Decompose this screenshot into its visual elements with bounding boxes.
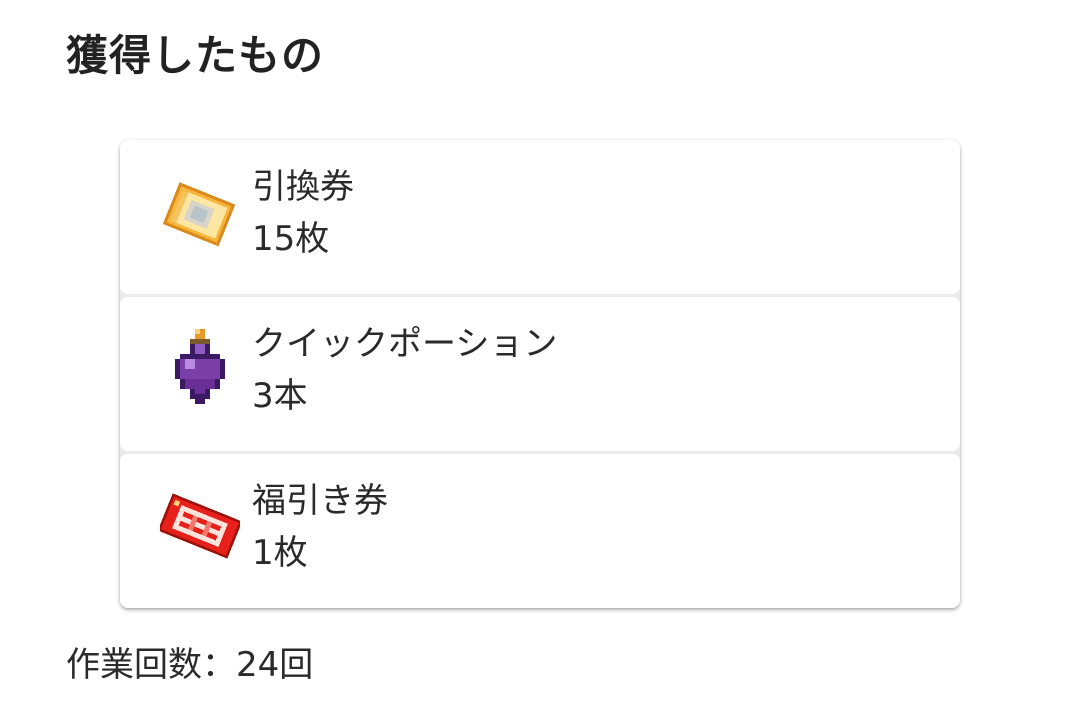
item-quantity: 1枚: [252, 533, 308, 573]
item-quantity: 3本: [252, 376, 308, 416]
lottery-ticket-icon: [160, 486, 240, 566]
list-item: 福引き券 1枚: [120, 454, 960, 608]
work-count-label: 作業回数：24回: [66, 645, 314, 685]
rewards-screen: 獲得したもの 引換券 15枚 クイックポーション 3本 福引き券 1枚 作業回数…: [0, 0, 1080, 716]
purple-potion-icon: [160, 329, 240, 409]
page-title: 獲得したもの: [66, 31, 325, 80]
item-name: 福引き券: [252, 481, 388, 521]
acquired-items-list: 引換券 15枚 クイックポーション 3本 福引き券 1枚: [120, 140, 960, 608]
exchange-ticket-icon: [160, 172, 240, 252]
item-quantity: 15枚: [252, 219, 330, 259]
list-item: クイックポーション 3本: [120, 297, 960, 451]
list-item: 引換券 15枚: [120, 140, 960, 294]
item-name: 引換券: [252, 167, 354, 207]
item-name: クイックポーション: [252, 324, 558, 364]
